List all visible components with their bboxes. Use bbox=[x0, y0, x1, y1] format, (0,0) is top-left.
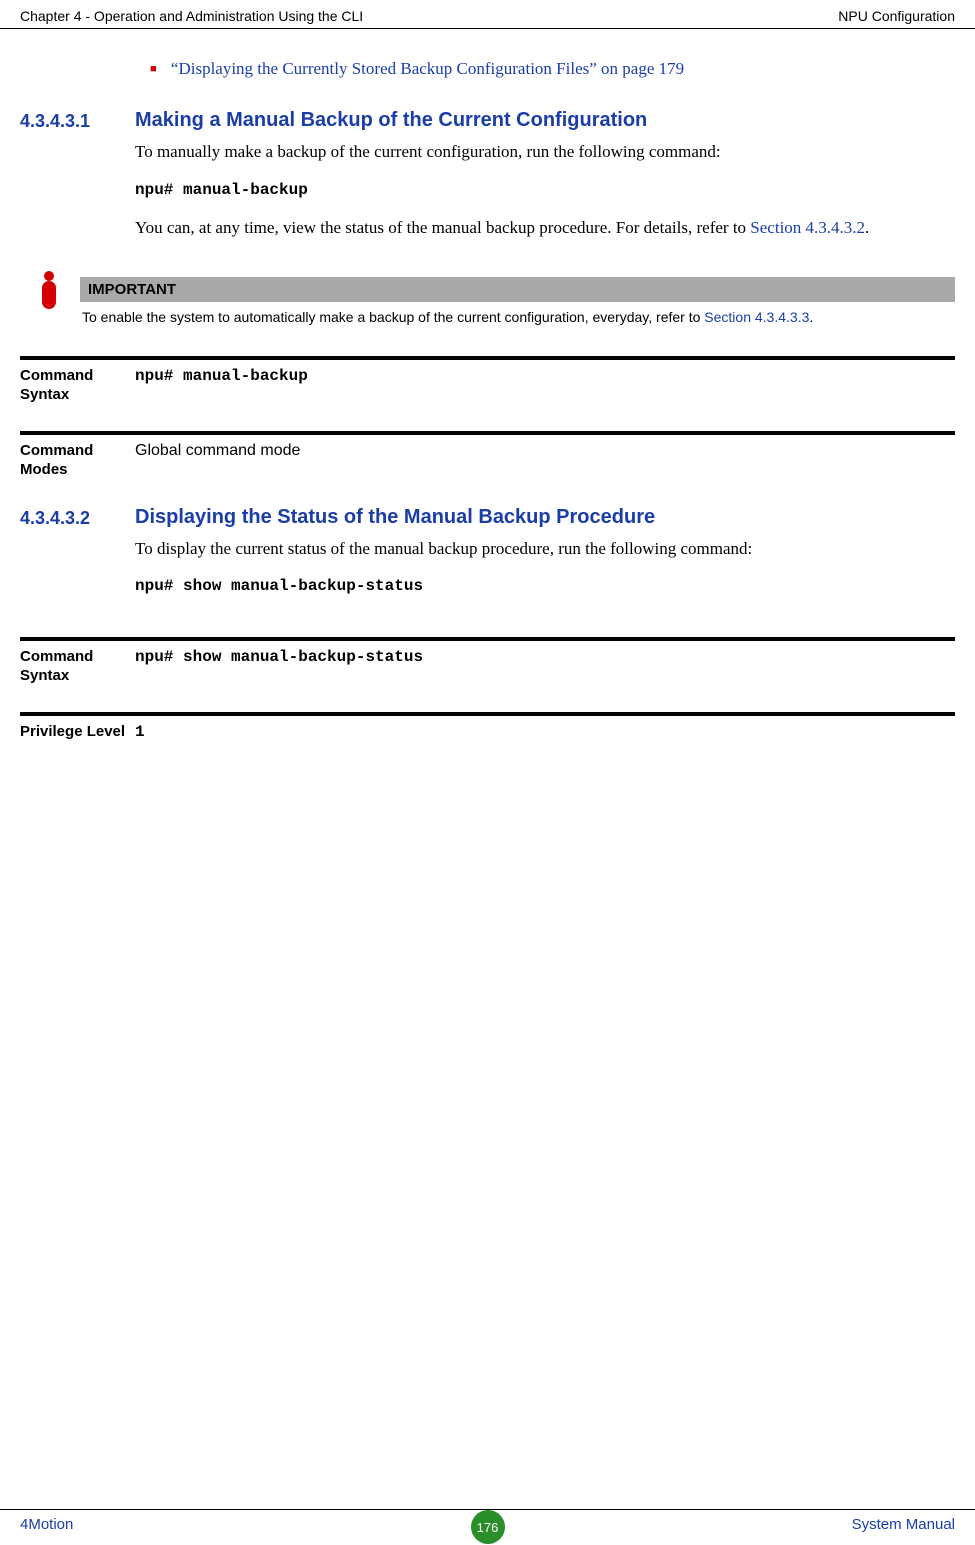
block-value: npu# manual-backup bbox=[135, 366, 955, 405]
command-text: npu# show manual-backup-status bbox=[135, 573, 955, 600]
block-label: Command Syntax bbox=[20, 366, 135, 405]
paragraph: To manually make a backup of the current… bbox=[135, 138, 955, 167]
block-value: Global command mode bbox=[135, 441, 955, 480]
section-ref-link[interactable]: Section 4.3.4.3.2 bbox=[750, 218, 865, 237]
section-number: 4.3.4.3.2 bbox=[20, 506, 135, 611]
section-ref-link[interactable]: Section 4.3.4.3.3 bbox=[704, 309, 809, 325]
text-fragment: . bbox=[865, 218, 869, 237]
section-number: 4.3.4.3.1 bbox=[20, 109, 135, 253]
paragraph: You can, at any time, view the status of… bbox=[135, 214, 955, 243]
text-fragment: . bbox=[809, 309, 813, 325]
cross-ref-bullet: ■ “Displaying the Currently Stored Backu… bbox=[150, 59, 955, 79]
cross-ref-link[interactable]: “Displaying the Currently Stored Backup … bbox=[171, 59, 684, 78]
block-label: Command Modes bbox=[20, 441, 135, 480]
header-right: NPU Configuration bbox=[838, 8, 955, 24]
page-content: ■ “Displaying the Currently Stored Backu… bbox=[0, 59, 975, 741]
important-body: To enable the system to automatically ma… bbox=[80, 302, 955, 330]
important-label: IMPORTANT bbox=[80, 277, 955, 302]
footer-product: 4Motion bbox=[20, 1516, 73, 1533]
bullet-square-icon: ■ bbox=[150, 63, 157, 75]
note-icon-column bbox=[20, 277, 80, 330]
block-label: Privilege Level bbox=[20, 722, 135, 742]
section-4-3-4-3-2: 4.3.4.3.2 Displaying the Status of the M… bbox=[20, 506, 955, 611]
block-value: 1 bbox=[135, 722, 955, 742]
command-syntax-block: Command Syntax npu# manual-backup bbox=[20, 356, 955, 405]
section-4-3-4-3-1: 4.3.4.3.1 Making a Manual Backup of the … bbox=[20, 109, 955, 253]
page-header: Chapter 4 - Operation and Administration… bbox=[0, 0, 975, 29]
page-number-badge: 176 bbox=[471, 1510, 505, 1544]
command-syntax-block: Command Syntax npu# show manual-backup-s… bbox=[20, 637, 955, 686]
important-icon bbox=[42, 281, 56, 309]
important-note: IMPORTANT To enable the system to automa… bbox=[20, 277, 955, 330]
text-fragment: You can, at any time, view the status of… bbox=[135, 218, 750, 237]
section-title: Displaying the Status of the Manual Back… bbox=[135, 506, 955, 529]
command-text: npu# manual-backup bbox=[135, 177, 955, 204]
header-left: Chapter 4 - Operation and Administration… bbox=[20, 8, 363, 24]
block-value: npu# show manual-backup-status bbox=[135, 647, 955, 686]
section-title: Making a Manual Backup of the Current Co… bbox=[135, 109, 955, 132]
privilege-level-block: Privilege Level 1 bbox=[20, 712, 955, 742]
footer-manual: System Manual bbox=[852, 1516, 955, 1533]
text-fragment: To enable the system to automatically ma… bbox=[82, 309, 704, 325]
block-label: Command Syntax bbox=[20, 647, 135, 686]
page-footer: 4Motion 176 System Manual bbox=[0, 1509, 975, 1533]
command-modes-block: Command Modes Global command mode bbox=[20, 431, 955, 480]
paragraph: To display the current status of the man… bbox=[135, 535, 955, 564]
